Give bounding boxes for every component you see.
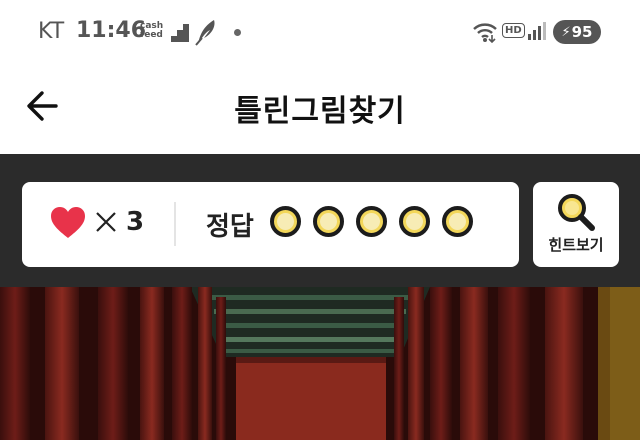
hint-label: 힌트보기	[548, 236, 604, 254]
cashfeed-line2: feed	[140, 30, 163, 40]
answer-slot	[399, 206, 430, 237]
magnifier-icon	[558, 194, 595, 231]
lives-count: 3	[126, 207, 145, 237]
answer-slot	[356, 206, 387, 237]
stairs-icon	[171, 24, 189, 42]
hint-button[interactable]: 힌트보기	[533, 182, 619, 267]
wifi-icon	[473, 23, 497, 43]
status-clock: 11:46	[76, 18, 147, 43]
game-area: 3 정답 힌트보기	[0, 154, 640, 440]
answer-label: 정답	[206, 212, 254, 242]
app-header: 틀린그림찾기	[0, 64, 640, 154]
answer-slots	[270, 206, 485, 237]
puzzle-image[interactable]	[0, 287, 640, 440]
times-icon	[96, 212, 116, 232]
cashfeed-icon: cash feed	[140, 22, 163, 40]
feather-icon	[195, 20, 215, 46]
battery-level: 95	[571, 23, 593, 41]
heart-icon	[51, 207, 85, 238]
answer-slot	[313, 206, 344, 237]
charging-bolt-icon: ⚡	[561, 24, 571, 40]
battery-indicator: ⚡ 95	[553, 20, 601, 44]
answer-slot	[442, 206, 473, 237]
signal-icon	[528, 22, 546, 40]
status-bar: KT 11:46 cash feed HD ⚡ 95	[0, 0, 640, 64]
notification-dot-icon	[234, 29, 241, 36]
score-panel: 3 정답	[22, 182, 519, 267]
hd-badge: HD	[502, 23, 525, 38]
panel-divider	[174, 202, 176, 246]
carrier-label: KT	[38, 19, 65, 44]
page-title: 틀린그림찾기	[234, 94, 406, 129]
answer-slot	[270, 206, 301, 237]
